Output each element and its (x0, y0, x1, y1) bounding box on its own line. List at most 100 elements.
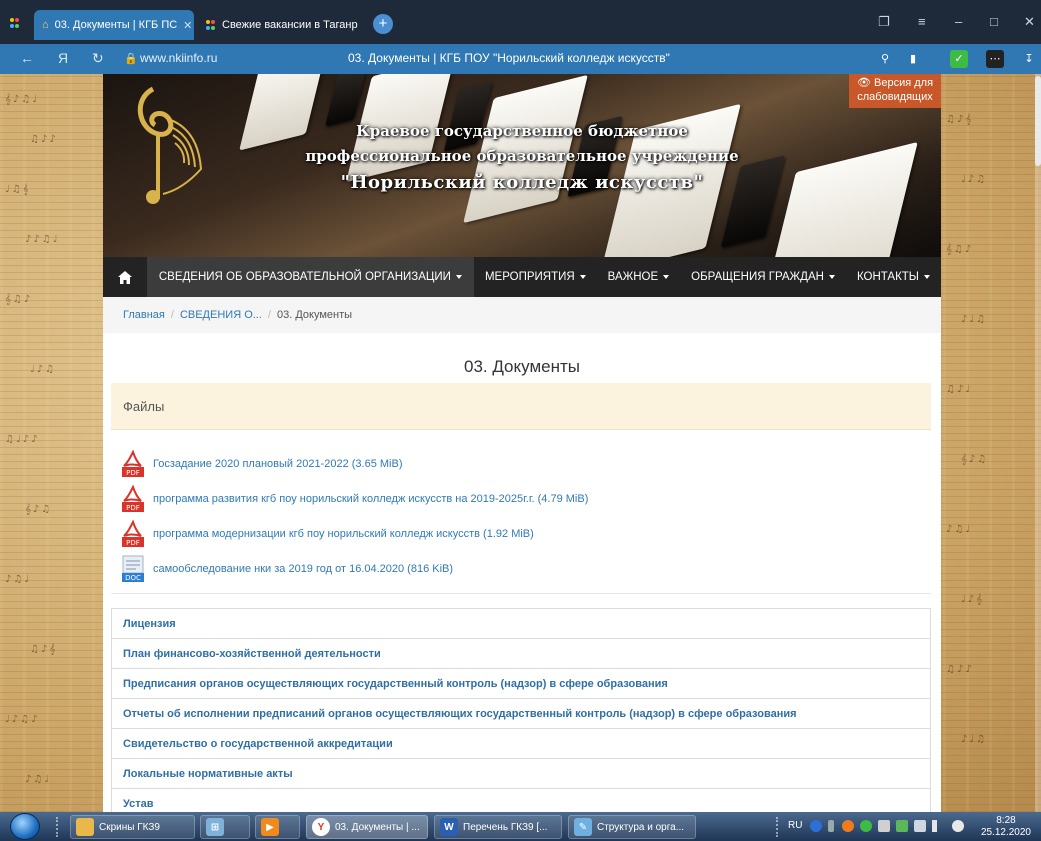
breadcrumb-section-link[interactable]: СВЕДЕНИЯ О... (180, 309, 262, 321)
header-title-line-1: Краевое государственное бюджетное (356, 122, 688, 140)
tab-vacancies[interactable]: Свежие вакансии в Таганр (198, 10, 366, 40)
accordion-item-control-orders[interactable]: Предписания органов осуществляющих госуд… (112, 669, 930, 699)
accordion-item-financial-plan[interactable]: План финансово-хозяйственной деятельност… (112, 639, 930, 669)
browser-address-bar: ← Я ↻ 🔒 www.nkiinfo.ru 03. Документы | К… (0, 44, 1041, 74)
word-icon: W (440, 818, 458, 836)
page-heading: 03. Документы (464, 357, 580, 376)
accordion-item-charter[interactable]: Устав (112, 789, 930, 812)
search-icon[interactable]: ⚲ (876, 50, 894, 68)
eye-icon: 👁 (856, 77, 871, 89)
back-arrow-icon[interactable]: ← (20, 50, 34, 66)
taskbar-item-word[interactable]: W Перечень ГКЗ9 [... (434, 815, 562, 839)
caret-down-icon (924, 275, 930, 279)
accordion-item-accreditation[interactable]: Свидетельство о государственной аккредит… (112, 729, 930, 759)
page-scrollbar[interactable] (1035, 74, 1041, 812)
display-icon[interactable] (914, 820, 926, 832)
taskbar-item-label: 03. Документы | ... (335, 821, 420, 833)
doc-file-icon: DOC (122, 555, 144, 582)
yandex-tray-icon[interactable] (952, 820, 964, 832)
close-window-icon[interactable]: ✕ (1024, 14, 1035, 30)
tabs-panel-icon[interactable]: ❐ (878, 14, 890, 30)
taskbar-item-calculator[interactable]: ⊞ (200, 815, 250, 839)
volume-icon[interactable] (932, 820, 944, 832)
maximize-icon[interactable]: □ (990, 14, 998, 29)
file-link[interactable]: программа развития кгб поу норильский ко… (153, 493, 588, 505)
nav-label: ВАЖНОЕ (607, 271, 659, 283)
update-icon[interactable] (896, 820, 908, 832)
file-type-label: DOC (125, 574, 141, 582)
nav-label: ОБРАЩЕНИЯ ГРАЖДАН (691, 271, 824, 283)
help-icon[interactable] (810, 820, 822, 832)
accordion-item-local-acts[interactable]: Локальные нормативные акты (112, 759, 930, 789)
breadcrumb: Главная / СВЕДЕНИЯ О... / 03. Документы (103, 297, 941, 333)
protect-shield-icon[interactable]: ✓ (950, 50, 968, 68)
breadcrumb-home-link[interactable]: Главная (123, 309, 165, 321)
minimize-icon[interactable]: – (955, 14, 962, 29)
nav-item-education-info[interactable]: СВЕДЕНИЯ ОБ ОБРАЗОВАТЕЛЬНОЙ ОРГАНИЗАЦИИ (146, 257, 474, 297)
media-player-icon: ▶ (261, 818, 279, 836)
browser-menu-icon[interactable] (10, 18, 20, 28)
page-viewport: 𝄞♪♫♩ ♫♪♪ ♩♫𝄞 ♪♪♫♩ 𝄞♫♪ ♩♪♫ ♫♩♪♪ 𝄞♪♫ ♪♫♩ ♫… (0, 74, 1041, 812)
windows-taskbar: Скрины ГКЗ9 ⊞ ▶ Y 03. Документы | ... W … (0, 812, 1041, 841)
breadcrumb-separator: / (170, 309, 174, 321)
taskbar-item-folder[interactable]: Скрины ГКЗ9 (70, 815, 195, 839)
language-indicator[interactable]: RU (788, 820, 802, 831)
network-icon[interactable] (828, 820, 834, 832)
start-button[interactable] (10, 813, 40, 840)
settings-menu-icon[interactable]: ≡ (918, 14, 926, 29)
clock-time: 8:28 (996, 815, 1016, 826)
system-clock[interactable]: 8:28 25.12.2020 (981, 815, 1031, 839)
nav-home-button[interactable] (103, 257, 147, 297)
paint-icon: ✎ (574, 818, 592, 836)
taskbar-item-paint[interactable]: ✎ Структура и орга... (568, 815, 696, 839)
clock-date: 25.12.2020 (980, 827, 1031, 838)
bookmark-icon[interactable]: ▮ (904, 50, 922, 68)
accordion-item-license[interactable]: Лицензия (112, 609, 930, 639)
protect-icon[interactable] (860, 820, 872, 832)
home-icon (117, 270, 132, 284)
file-list: PDF Госзадание 2020 плановый 2021-2022 (… (121, 446, 921, 586)
reload-icon[interactable]: ↻ (92, 50, 104, 67)
nav-item-citizen-appeals[interactable]: ОБРАЩЕНИЯ ГРАЖДАН (680, 257, 846, 297)
download-icon[interactable]: ↧ (1020, 50, 1038, 68)
file-link[interactable]: программа модернизации кгб поу норильски… (153, 528, 534, 540)
taskbar-item-browser[interactable]: Y 03. Документы | ... (306, 815, 428, 839)
accordion-item-order-reports[interactable]: Отчеты об исполнении предписаний органов… (112, 699, 930, 729)
yandex-logo-icon[interactable]: Я (58, 50, 68, 66)
site-header-banner: Краевое государственное бюджетное профес… (103, 74, 941, 257)
tab-documents[interactable]: ⌂ 03. Документы | КГБ ПС ✕ (34, 10, 194, 40)
sheet-music-background: ♫♪𝄞 ♩♪♫ 𝄞♫♪ ♪♩♫ ♫♪♩ 𝄞♪♫ ♪♫♩ ♩♪𝄞 ♫♪♪ ♪♩♫ (946, 114, 989, 745)
pdf-file-icon: PDF (122, 519, 144, 547)
low-vision-version-button[interactable]: 👁 Версия для слабовидящих (849, 74, 941, 108)
taskbar-item-label: Перечень ГКЗ9 [... (463, 821, 548, 833)
system-tray: RU 8:28 25.12.2020 (776, 812, 1041, 841)
pdf-file-icon: PDF (122, 484, 144, 512)
file-item[interactable]: PDF программа модернизации кгб поу норил… (121, 516, 921, 551)
tab-title: Свежие вакансии в Таганр (222, 19, 358, 31)
taskbar-grip (56, 817, 60, 837)
file-item[interactable]: PDF программа развития кгб поу норильски… (121, 481, 921, 516)
header-title-line-2: профессиональное образовательное учрежде… (305, 147, 739, 165)
antivirus-icon[interactable] (842, 820, 854, 832)
url-field[interactable]: www.nkiinfo.ru (140, 51, 217, 65)
site-favicon-icon (206, 20, 216, 30)
extension-icon[interactable]: ⋯ (986, 50, 1004, 68)
file-item[interactable]: PDF Госзадание 2020 плановый 2021-2022 (… (121, 446, 921, 481)
new-tab-button[interactable]: + (373, 14, 393, 34)
nav-item-contacts[interactable]: КОНТАКТЫ (846, 257, 941, 297)
file-link[interactable]: самообследование нки за 2019 год от 16.0… (153, 563, 453, 575)
nav-item-important[interactable]: ВАЖНОЕ (597, 257, 681, 297)
file-item[interactable]: DOC самообследование нки за 2019 год от … (121, 551, 921, 586)
lock-icon: 🔒 (124, 53, 138, 65)
flag-icon[interactable] (878, 820, 890, 832)
file-type-label: PDF (126, 539, 140, 547)
files-panel-header: Файлы (111, 383, 931, 430)
file-link[interactable]: Госзадание 2020 плановый 2021-2022 (3.65… (153, 458, 403, 470)
header-title-line-3: "Норильский колледж искусств" (340, 172, 704, 193)
browser-tab-bar: ⌂ 03. Документы | КГБ ПС ✕ Свежие ваканс… (0, 0, 1041, 44)
caret-down-icon (663, 275, 670, 279)
taskbar-item-media-player[interactable]: ▶ (255, 815, 300, 839)
close-tab-icon[interactable]: ✕ (183, 19, 192, 32)
nav-item-events[interactable]: МЕРОПРИЯТИЯ (474, 257, 597, 297)
scrollbar-thumb[interactable] (1035, 76, 1041, 166)
